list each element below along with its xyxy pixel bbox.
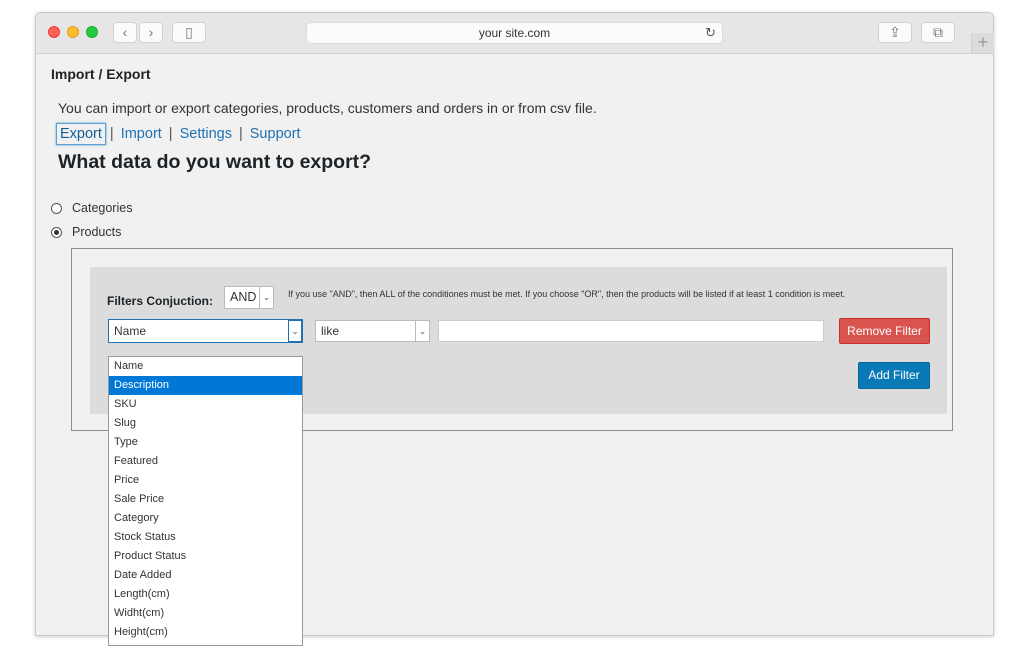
chevron-left-icon: ‹ [122, 24, 128, 40]
filter-operator-select[interactable]: like ⌄ [315, 320, 430, 342]
dropdown-option[interactable]: Widht(cm) [109, 604, 302, 623]
dropdown-option[interactable]: Height(cm) [109, 623, 302, 642]
sidebar-icon: ▯ [185, 24, 193, 40]
dropdown-option[interactable]: Name [109, 357, 302, 376]
reload-icon[interactable]: ↻ [705, 23, 716, 43]
tab-import[interactable]: Import [118, 124, 165, 144]
close-window-button[interactable] [48, 26, 60, 38]
back-button[interactable]: ‹ [113, 22, 137, 43]
sidebar-toggle-button[interactable]: ▯ [172, 22, 206, 43]
radio-categories[interactable]: Categories [51, 201, 132, 215]
conjunction-select[interactable]: AND ⌄ [224, 286, 274, 309]
radio-products[interactable]: Products [51, 225, 121, 239]
dropdown-option[interactable]: Slug [109, 414, 302, 433]
share-button[interactable]: ⇪ [878, 22, 912, 43]
filter-field-dropdown-list[interactable]: Name Description SKU Slug Type Featured Price S… [108, 356, 303, 646]
dropdown-option[interactable]: Price [109, 471, 302, 490]
filter-value-input[interactable] [438, 320, 824, 342]
filter-operator-value: like [321, 324, 340, 338]
dropdown-option[interactable]: Length(cm) [109, 585, 302, 604]
chevron-down-icon: ⌄ [259, 287, 273, 308]
section-tabs: Export | Import | Settings | Support [56, 123, 304, 145]
dropdown-option[interactable]: Sale Price [109, 490, 302, 509]
minimize-window-button[interactable] [67, 26, 79, 38]
dropdown-option[interactable]: Category [109, 509, 302, 528]
tab-settings[interactable]: Settings [177, 124, 235, 144]
dropdown-option[interactable]: Featured [109, 452, 302, 471]
chevron-down-icon: ⌄ [415, 321, 429, 341]
tab-separator: | [168, 126, 173, 142]
radio-button-checked[interactable] [51, 227, 62, 238]
tab-support[interactable]: Support [247, 124, 304, 144]
tab-separator: | [109, 126, 114, 142]
dropdown-option[interactable]: Product Status [109, 547, 302, 566]
forward-button[interactable]: › [139, 22, 163, 43]
radio-label: Products [72, 225, 122, 239]
plus-icon: + [977, 32, 989, 52]
filters-conjunction-label: Filters Conjuction: [107, 294, 213, 308]
page-content: Import / Export You can import or export… [36, 54, 993, 646]
dropdown-option[interactable]: Description [109, 376, 302, 395]
filter-field-value: Name [114, 324, 147, 338]
remove-filter-button[interactable]: Remove Filter [839, 318, 930, 344]
title-bar: ‹ › ▯ your site.com ↻ ⇪ ⧉ + [36, 13, 994, 54]
tab-separator: | [238, 126, 243, 142]
radio-button-unchecked[interactable] [51, 203, 62, 214]
dropdown-option[interactable]: SKU [109, 395, 302, 414]
export-question: What data do you want to export? [58, 151, 372, 173]
page-title: Import / Export [51, 66, 151, 82]
dropdown-option[interactable]: Type [109, 433, 302, 452]
filter-field-select[interactable]: Name ⌄ [108, 319, 303, 343]
radio-label: Categories [72, 201, 133, 215]
tab-export[interactable]: Export [56, 123, 106, 145]
dropdown-option[interactable]: Date Added [109, 566, 302, 585]
chevron-down-icon: ⌄ [288, 320, 302, 342]
chevron-right-icon: › [148, 24, 154, 40]
url-text: your site.com [478, 26, 551, 40]
tabs-icon: ⧉ [933, 24, 943, 40]
conjunction-hint: If you use "AND", then ALL of the condit… [288, 289, 846, 299]
show-tabs-button[interactable]: ⧉ [921, 22, 955, 43]
maximize-window-button[interactable] [86, 26, 98, 38]
share-icon: ⇪ [889, 24, 901, 40]
add-filter-button[interactable]: Add Filter [858, 362, 930, 389]
conjunction-value: AND [230, 290, 257, 304]
browser-window: ‹ › ▯ your site.com ↻ ⇪ ⧉ + Import / Exp… [35, 12, 994, 646]
intro-text: You can import or export categories, pro… [58, 100, 597, 116]
new-tab-button[interactable]: + [971, 33, 994, 53]
address-bar[interactable]: your site.com ↻ [306, 22, 723, 44]
dropdown-option[interactable]: Stock Status [109, 528, 302, 547]
